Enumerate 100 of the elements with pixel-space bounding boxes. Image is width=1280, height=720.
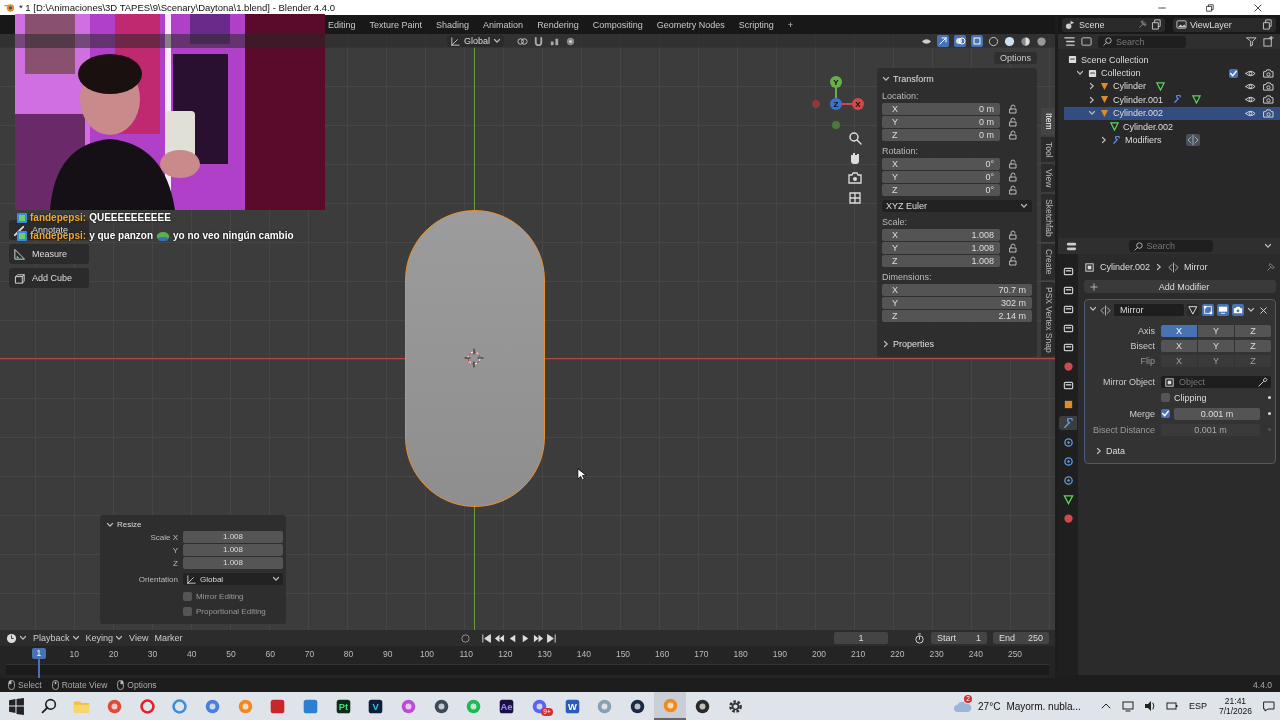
pivot-icon[interactable] bbox=[517, 35, 528, 47]
camera-icon[interactable] bbox=[1263, 68, 1274, 78]
sidebar-tab[interactable]: Sketchfab bbox=[1041, 194, 1055, 243]
taskbar-button[interactable]: Pt bbox=[326, 692, 360, 720]
properties-tab[interactable] bbox=[1059, 416, 1077, 430]
lock-icon[interactable] bbox=[1008, 171, 1018, 183]
lock-icon[interactable] bbox=[1008, 103, 1018, 115]
object-name[interactable]: Cylinder.002 bbox=[1113, 108, 1164, 119]
checkbox[interactable] bbox=[1161, 409, 1170, 418]
current-frame-field[interactable]: 1 bbox=[834, 632, 888, 644]
number-field[interactable]: X 1.008 bbox=[882, 229, 1000, 241]
3d-viewport[interactable] bbox=[0, 34, 1055, 630]
number-field[interactable]: 1.008 bbox=[183, 531, 283, 543]
outliner-row[interactable]: Cylinder.002 bbox=[1064, 106, 1280, 120]
number-field[interactable]: Y 1.008 bbox=[882, 242, 1000, 254]
new-collection-icon[interactable] bbox=[1263, 36, 1274, 47]
lock-icon[interactable] bbox=[1008, 229, 1018, 241]
axis-toggle[interactable]: X bbox=[1161, 340, 1197, 352]
tool-button[interactable]: Measure bbox=[9, 244, 89, 264]
taskbar-button[interactable]: W bbox=[555, 692, 589, 720]
axis-toggle[interactable]: Y bbox=[1198, 340, 1234, 352]
lock-icon[interactable] bbox=[1008, 255, 1018, 267]
lock-icon[interactable] bbox=[1008, 242, 1018, 254]
modifier-toggle[interactable] bbox=[1187, 304, 1199, 316]
axis-toggle[interactable]: Y bbox=[1198, 325, 1234, 337]
taskbar-button[interactable]: Ae bbox=[490, 692, 523, 720]
display-mode-icon[interactable] bbox=[1081, 36, 1092, 47]
3d-cursor-icon[interactable] bbox=[464, 348, 484, 368]
sidebar-tab[interactable]: Item bbox=[1041, 108, 1055, 135]
number-field[interactable]: Y 0 m bbox=[882, 116, 1000, 128]
magnet-icon[interactable] bbox=[533, 35, 544, 47]
camera-icon[interactable] bbox=[1263, 81, 1274, 91]
modifier-name-field[interactable]: Mirror bbox=[1114, 304, 1184, 316]
sidebar-tab[interactable]: PSX Vertex Snap bbox=[1041, 281, 1055, 358]
battery-icon[interactable] bbox=[1165, 700, 1178, 712]
list-icon[interactable] bbox=[1064, 36, 1075, 47]
panel-header[interactable]: Transform bbox=[882, 71, 1032, 86]
editor-type-button[interactable] bbox=[6, 632, 27, 644]
number-field[interactable]: X 0 m bbox=[882, 103, 1000, 115]
search-field[interactable]: Search bbox=[1128, 240, 1213, 252]
panel-header[interactable]: Properties bbox=[882, 336, 1032, 351]
workspace-tab[interactable]: Scripting bbox=[732, 17, 780, 32]
object-name[interactable]: Cylinder bbox=[1113, 81, 1146, 92]
keyframe-dot-icon[interactable] bbox=[1268, 396, 1271, 399]
sidebar-tab[interactable]: Tool bbox=[1041, 136, 1055, 163]
number-field[interactable]: Z 0° bbox=[882, 184, 1000, 196]
workspace-tab[interactable]: Compositing bbox=[586, 17, 649, 32]
axis-toggle[interactable]: Z bbox=[1235, 325, 1271, 337]
number-field[interactable]: 0.001 m bbox=[1174, 407, 1260, 420]
workspace-tab[interactable]: Geometry Nodes bbox=[650, 17, 731, 32]
stopwatch-icon[interactable] bbox=[914, 632, 925, 644]
workspace-tab[interactable]: Editing bbox=[322, 17, 362, 32]
mesh-name[interactable]: Cylinder.002 bbox=[1123, 121, 1174, 132]
lock-icon[interactable] bbox=[1008, 158, 1018, 170]
network-icon[interactable] bbox=[1121, 700, 1134, 712]
number-field[interactable]: X 0° bbox=[882, 158, 1000, 170]
modifier-toggle[interactable] bbox=[1202, 304, 1214, 316]
number-field[interactable]: Z 0 m bbox=[882, 129, 1000, 141]
workspace-tab[interactable]: Animation bbox=[477, 17, 530, 32]
search-field[interactable]: Search bbox=[1098, 35, 1186, 48]
outliner-row[interactable]: Cylinder.001 bbox=[1064, 93, 1280, 107]
modifier-toggle[interactable] bbox=[1232, 304, 1244, 316]
collection-name[interactable]: Collection bbox=[1101, 68, 1141, 79]
modifier-toggle[interactable] bbox=[1217, 304, 1229, 316]
wireframe-shading-icon[interactable] bbox=[988, 35, 999, 47]
grid-icon[interactable] bbox=[847, 190, 863, 206]
panel-header[interactable]: Resize bbox=[106, 518, 280, 531]
number-field[interactable]: 1.008 bbox=[183, 557, 283, 569]
proportional-icon[interactable] bbox=[565, 35, 576, 47]
view-layer-selector[interactable]: ViewLayer bbox=[1173, 17, 1276, 32]
jump-end-icon[interactable] bbox=[545, 632, 557, 644]
zoom-icon[interactable] bbox=[847, 130, 863, 146]
language-indicator[interactable]: ESP bbox=[1188, 701, 1207, 711]
outliner-row[interactable]: Cylinder bbox=[1064, 79, 1280, 94]
object-field[interactable]: Object bbox=[1161, 376, 1271, 388]
number-field[interactable]: Z 1.008 bbox=[882, 255, 1000, 267]
workspace-tab[interactable]: Texture Paint bbox=[363, 17, 429, 32]
collection-name[interactable]: Scene Collection bbox=[1081, 54, 1149, 65]
overlay-icon[interactable] bbox=[954, 35, 966, 47]
previous-keyframe-icon[interactable] bbox=[493, 632, 505, 644]
solid-shading-icon[interactable] bbox=[1004, 35, 1015, 47]
playhead[interactable]: 1 bbox=[31, 648, 46, 659]
workspace-tab[interactable]: Rendering bbox=[531, 17, 585, 32]
jump-start-icon[interactable] bbox=[480, 632, 492, 644]
axis-handle[interactable] bbox=[812, 100, 820, 108]
checkbox[interactable] bbox=[183, 606, 192, 616]
checkbox[interactable] bbox=[1229, 68, 1238, 78]
menu-button[interactable]: View bbox=[129, 633, 149, 643]
material-shading-icon[interactable] bbox=[1020, 35, 1031, 47]
xray-icon[interactable] bbox=[971, 35, 983, 47]
modifiers-label[interactable]: Modifiers bbox=[1125, 135, 1162, 146]
orientation-dropdown[interactable]: Global bbox=[183, 573, 283, 585]
gizmo-toggle-icon[interactable] bbox=[937, 35, 949, 47]
checkbox[interactable] bbox=[1161, 393, 1170, 402]
volume-icon[interactable] bbox=[1143, 700, 1156, 712]
eye-icon[interactable] bbox=[1245, 68, 1256, 78]
axis-handle[interactable] bbox=[832, 121, 840, 129]
rotation-mode-dropdown[interactable]: XYZ Euler bbox=[882, 200, 1032, 212]
lock-icon[interactable] bbox=[1008, 129, 1018, 141]
filter-icon[interactable] bbox=[1246, 36, 1257, 47]
